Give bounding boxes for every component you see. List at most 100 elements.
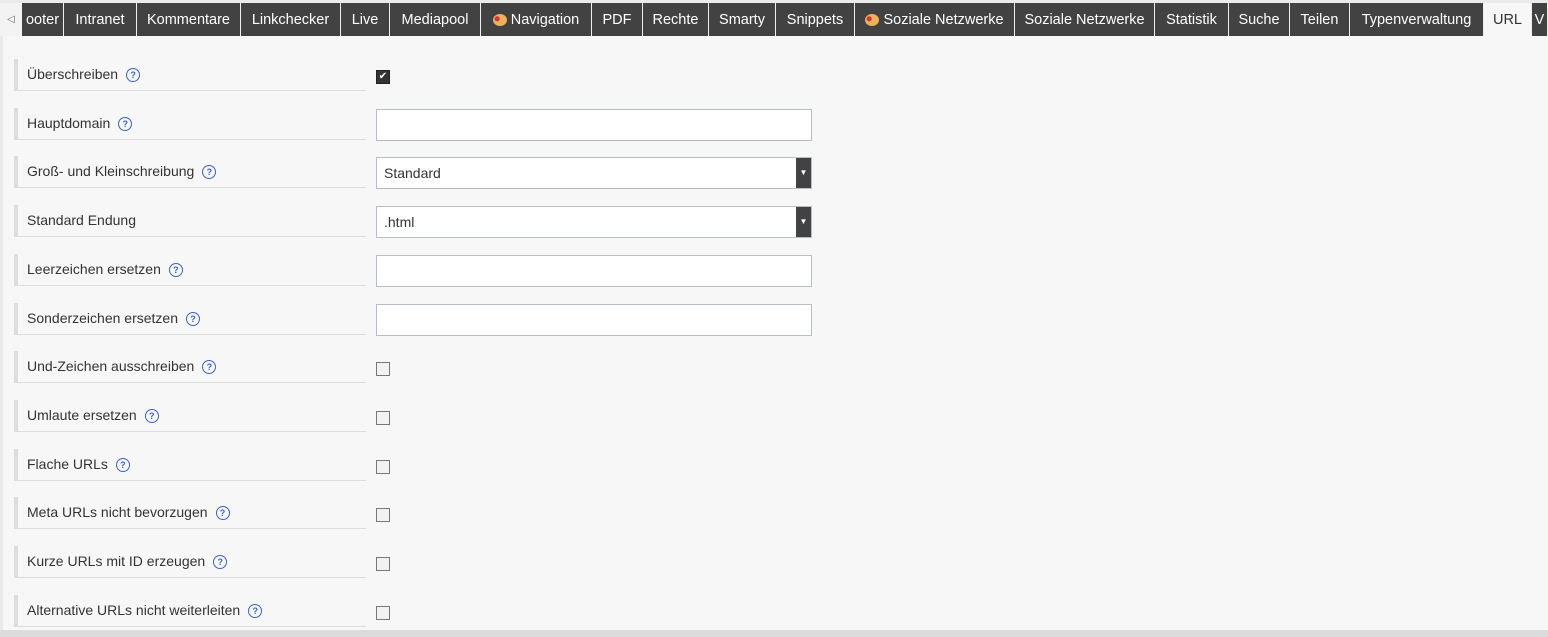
form-row: Überschreiben? ✔ — [14, 59, 814, 91]
tab-label: Linkchecker — [251, 11, 330, 28]
checkbox[interactable] — [376, 508, 390, 523]
text-input[interactable] — [376, 254, 812, 287]
help-icon[interactable]: ? — [202, 165, 217, 180]
tab-linkchecker[interactable]: Linkchecker — [241, 3, 341, 36]
tab-statistik[interactable]: Statistik — [1155, 3, 1229, 36]
tab-label: URL — [1492, 11, 1522, 28]
form-row: Alternative URLs nicht weiterleiten? — [14, 594, 814, 627]
tab-smarty[interactable]: Smarty — [709, 3, 776, 36]
form-row: Groß- und Kleinschreibung? Standard ▼ — [14, 156, 814, 190]
checkbox[interactable] — [376, 605, 390, 620]
tab-kommentare[interactable]: Kommentare — [137, 3, 241, 36]
field-label: Flache URLs? — [14, 448, 366, 481]
tab-soziale-netzwerke[interactable]: Soziale Netzwerke — [855, 3, 1015, 36]
tab-label: Smarty — [719, 11, 765, 28]
tab-label: V — [1534, 11, 1545, 28]
tab-bar: ◁ ooter Intranet Kommentare Linkchecker Live… — [0, 3, 1548, 36]
form-row: Meta URLs nicht bevorzugen? — [14, 497, 814, 530]
checkbox[interactable] — [376, 557, 390, 571]
tab-rechte[interactable]: Rechte — [643, 3, 709, 36]
form-row: Kurze URLs mit ID erzeugen? — [14, 546, 814, 578]
form-row: Leerzeichen ersetzen? — [14, 253, 814, 287]
scroll-left-arrow-icon[interactable]: ◁ — [0, 3, 22, 36]
selected-value: .html — [384, 214, 415, 231]
tab-label: Typenverwaltung — [1361, 11, 1472, 28]
tab-typenverwaltung[interactable]: Typenverwaltung — [1350, 3, 1484, 36]
help-icon[interactable]: ? — [215, 506, 230, 521]
help-icon[interactable]: ? — [118, 116, 133, 131]
label-text: Groß- und Kleinschreibung — [27, 163, 195, 180]
chevron-down-icon: ▼ — [796, 158, 811, 189]
palette-icon — [492, 13, 507, 26]
help-icon[interactable]: ? — [202, 360, 217, 375]
tab-label: Teilen — [1300, 11, 1339, 28]
field-label: Meta URLs nicht bevorzugen? — [14, 497, 366, 530]
help-icon[interactable]: ? — [144, 408, 159, 423]
tab-intranet[interactable]: Intranet — [64, 3, 137, 36]
tab-label: Statistik — [1166, 11, 1217, 28]
help-icon[interactable]: ? — [213, 555, 228, 569]
label-text: Meta URLs nicht bevorzugen — [27, 504, 208, 521]
form-row: Standard Endung .html ▼ — [14, 205, 814, 239]
label-text: Überschreiben — [27, 66, 119, 82]
label-text: Kurze URLs mit ID erzeugen — [27, 553, 206, 569]
tab-snippets[interactable]: Snippets — [776, 3, 855, 36]
label-text: Flache URLs — [27, 455, 108, 472]
form-row: Hauptdomain? — [14, 107, 814, 141]
tab-label: Navigation — [510, 11, 580, 28]
label-text: Alternative URLs nicht weiterleiten — [27, 601, 241, 618]
field-label: Und-Zeichen ausschreiben? — [14, 351, 366, 384]
field-label: Kurze URLs mit ID erzeugen? — [14, 546, 366, 578]
field-label: Hauptdomain? — [14, 107, 366, 140]
tab-label: Rechte — [652, 11, 699, 28]
tab-label: Intranet — [75, 11, 125, 28]
help-icon[interactable]: ? — [126, 68, 141, 82]
help-icon[interactable]: ? — [248, 603, 263, 618]
form-row: Sonderzeichen ersetzen? — [14, 302, 814, 336]
label-text: Und-Zeichen ausschreiben — [27, 358, 195, 375]
label-text: Leerzeichen ersetzen — [27, 260, 161, 277]
label-text: Standard Endung — [27, 212, 136, 229]
help-icon[interactable]: ? — [168, 262, 183, 277]
checkbox[interactable] — [376, 410, 390, 425]
tab-pdf[interactable]: PDF — [592, 3, 643, 36]
tab-label: Soziale Netzwerke — [1024, 11, 1145, 28]
tab-v[interactable]: V — [1532, 3, 1548, 36]
help-icon[interactable]: ? — [115, 457, 130, 472]
checkbox[interactable] — [376, 459, 390, 474]
form-row: Umlaute ersetzen? — [14, 399, 814, 432]
tab-live[interactable]: Live — [341, 3, 390, 36]
tab-url[interactable]: URL — [1484, 3, 1532, 36]
field-label: Überschreiben? — [14, 59, 366, 91]
text-input[interactable] — [376, 303, 812, 336]
tab-soziale-netzwerke[interactable]: Soziale Netzwerke — [1015, 3, 1155, 36]
form-row: Und-Zeichen ausschreiben? — [14, 351, 814, 384]
field-label: Alternative URLs nicht weiterleiten? — [14, 594, 366, 627]
selected-value: Standard — [384, 165, 441, 182]
select-dropdown[interactable]: Standard ▼ — [376, 157, 812, 190]
label-text: Umlaute ersetzen — [27, 406, 137, 423]
tab-ooter[interactable]: ooter — [22, 3, 64, 36]
tab-label: Mediapool — [401, 11, 469, 28]
field-label: Umlaute ersetzen? — [14, 399, 366, 432]
help-icon[interactable]: ? — [186, 311, 200, 326]
field-label: Standard Endung — [14, 205, 366, 238]
tab-suche[interactable]: Suche — [1229, 3, 1290, 36]
tab-label: Suche — [1238, 11, 1280, 28]
chevron-down-icon: ▼ — [796, 207, 811, 238]
tab-label: PDF — [602, 11, 632, 28]
tab-navigation[interactable]: Navigation — [481, 3, 592, 36]
field-label: Leerzeichen ersetzen? — [14, 253, 366, 286]
tab-label: Kommentare — [146, 11, 230, 28]
checkbox[interactable] — [376, 362, 390, 377]
label-text: Hauptdomain — [27, 114, 111, 131]
form-row: Flache URLs? — [14, 448, 814, 481]
tab-label: Live — [351, 11, 379, 28]
tab-mediapool[interactable]: Mediapool — [390, 3, 481, 36]
palette-icon — [865, 13, 880, 26]
tab-teilen[interactable]: Teilen — [1290, 3, 1350, 36]
select-dropdown[interactable]: .html ▼ — [376, 206, 812, 239]
text-input[interactable] — [376, 108, 812, 141]
checkbox[interactable]: ✔ — [376, 70, 390, 84]
field-label: Groß- und Kleinschreibung? — [14, 156, 366, 189]
